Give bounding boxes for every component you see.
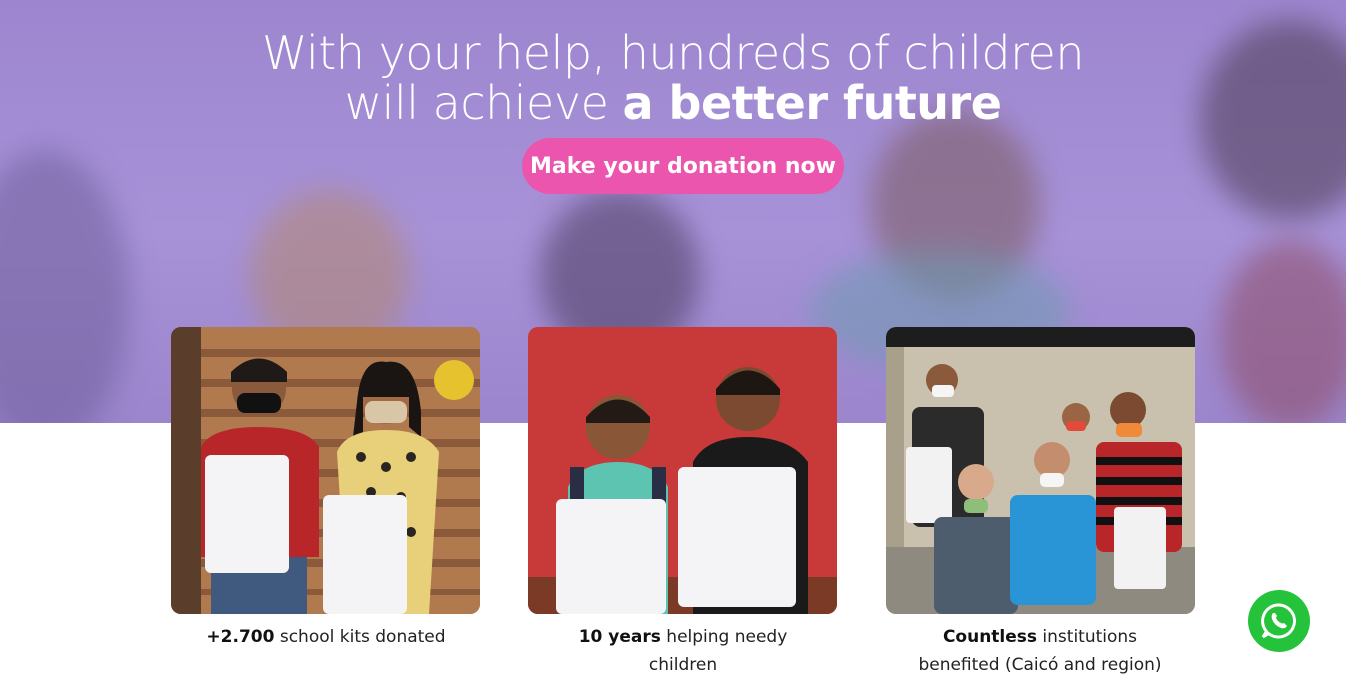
caption-kits-text: school kits donated: [274, 627, 446, 647]
caption-kits-bold: +2.700: [206, 627, 275, 647]
children-smiling-photo: [528, 327, 837, 614]
caption-institutions-bold: Countless: [942, 627, 1038, 647]
donate-button[interactable]: Make your donation now: [522, 138, 844, 194]
photo-card-institutions: [886, 327, 1195, 614]
caption-years: 10 years helping needy children: [523, 623, 843, 679]
caption-institutions: Countless institutions benefited (Caicó …: [880, 623, 1200, 679]
caption-kits: +2.700 school kits donated: [166, 623, 486, 651]
whatsapp-icon: [1261, 603, 1296, 639]
headline-line-1: With your help, hundreds of children: [262, 26, 1084, 80]
caption-years-bold: 10 years: [578, 627, 661, 647]
children-with-kits-photo: [171, 327, 480, 614]
children-group-photo: [886, 327, 1195, 614]
headline-line-2-bold: a better future: [622, 76, 1002, 130]
headline-line-2-prefix: will achieve: [344, 76, 623, 130]
photo-card-years: [528, 327, 837, 614]
whatsapp-button[interactable]: [1248, 590, 1310, 652]
photo-card-kits: [171, 327, 480, 614]
caption-years-text: helping needy: [660, 627, 788, 647]
caption-institutions-text: institutions: [1037, 627, 1138, 647]
hero-headline: With your help, hundreds of children wil…: [0, 28, 1346, 128]
caption-institutions-line2: benefited (Caicó and region): [918, 655, 1162, 675]
caption-years-line2: children: [648, 655, 718, 675]
